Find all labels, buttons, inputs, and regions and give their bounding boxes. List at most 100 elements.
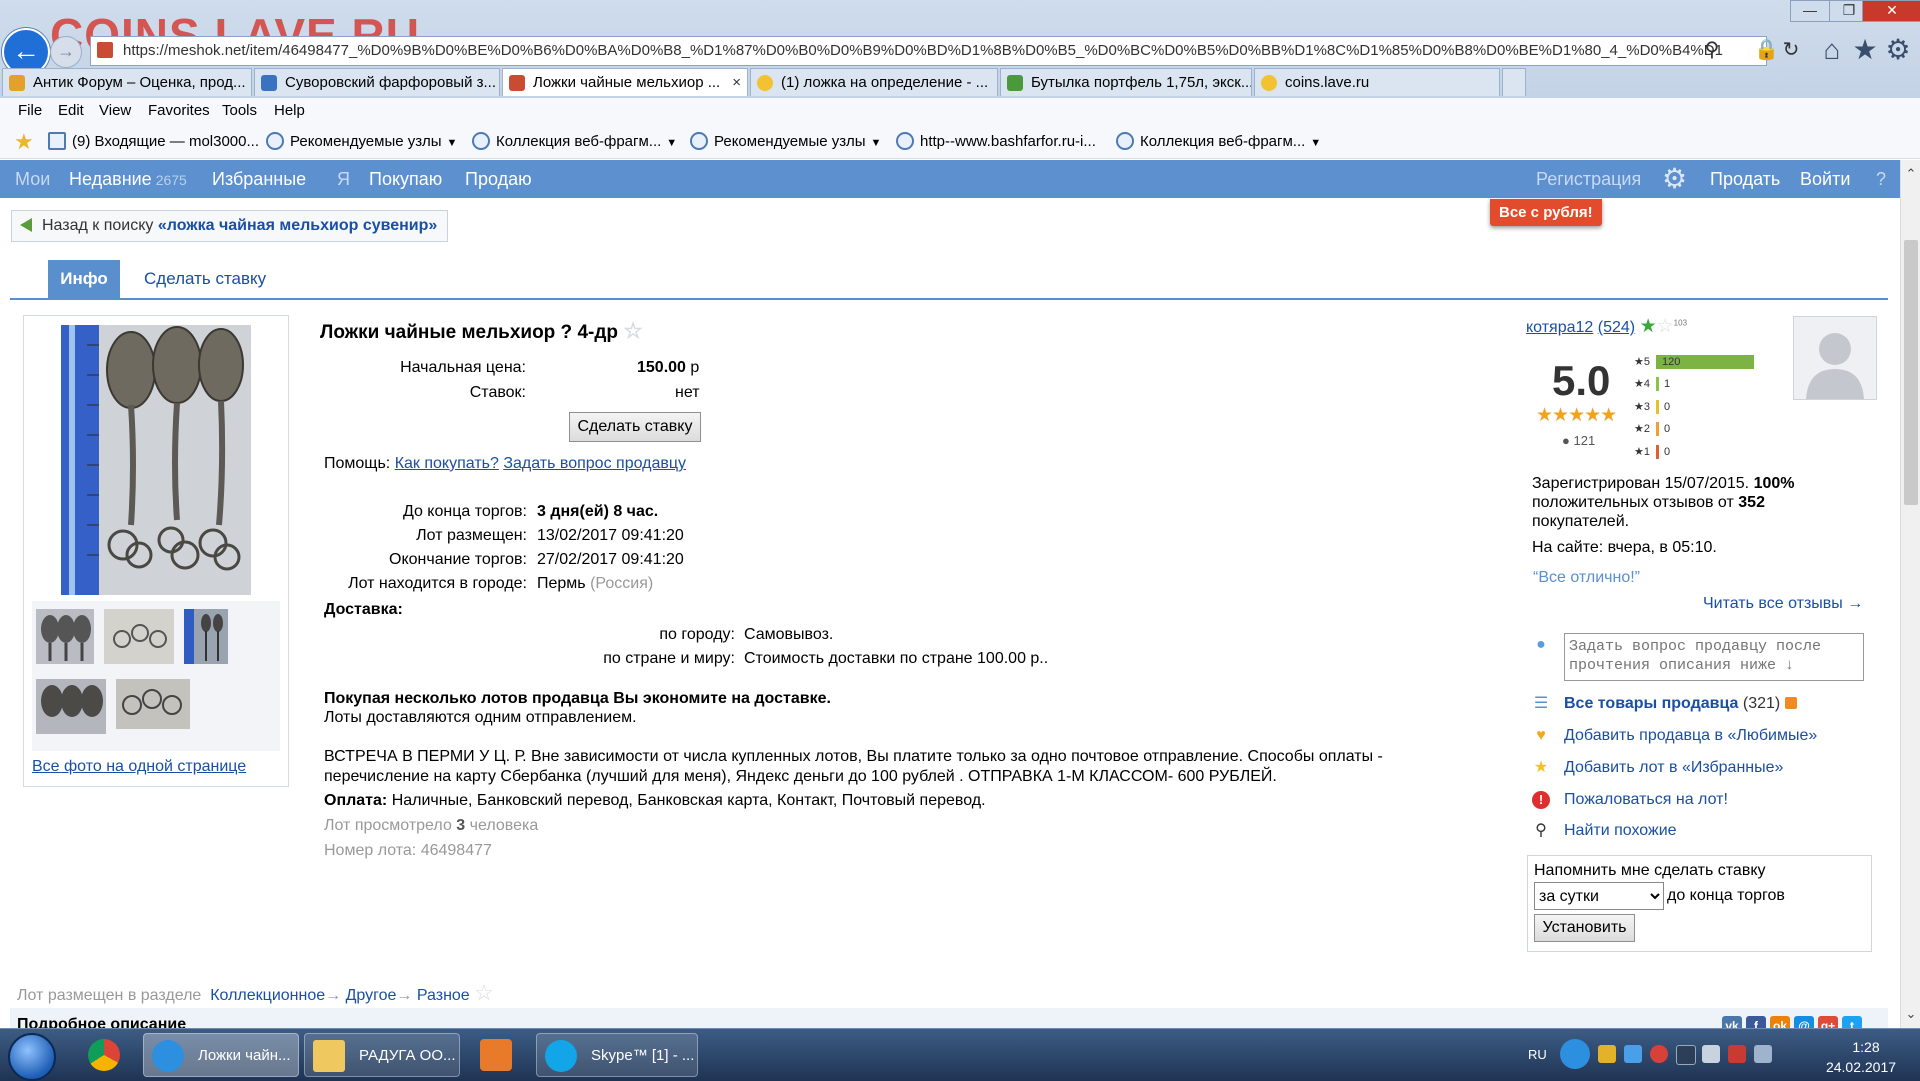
- photo-thumbnail[interactable]: [104, 609, 174, 664]
- network-icon[interactable]: [1676, 1045, 1696, 1065]
- favorite-link[interactable]: http--www.bashfarfor.ru-i...: [896, 132, 1096, 150]
- minimize-icon[interactable]: —: [1790, 0, 1830, 22]
- display-icon[interactable]: [1754, 1045, 1772, 1063]
- favorite-link[interactable]: Коллекция веб-фрагм... ▼: [1116, 132, 1321, 150]
- tray-app-icon[interactable]: [1650, 1045, 1668, 1063]
- seller-avatar[interactable]: [1793, 316, 1877, 400]
- browser-tab-active[interactable]: Ложки чайные мельхиор ... ×: [502, 68, 748, 96]
- place-bid-button[interactable]: Сделать ставку: [569, 412, 701, 442]
- browser-tab[interactable]: Суворовский фарфоровый з...: [254, 68, 500, 96]
- clock-date[interactable]: 24.02.2017: [1816, 1059, 1906, 1075]
- report-lot-link[interactable]: Пожаловаться на лот!: [1564, 791, 1728, 809]
- scroll-thumb[interactable]: [1904, 240, 1918, 505]
- promo-badge[interactable]: Все с рубля!: [1490, 199, 1602, 226]
- clock-time[interactable]: 1:28: [1836, 1039, 1896, 1055]
- settings-gear-icon[interactable]: ⚙: [1662, 164, 1692, 194]
- add-favorite-star-icon[interactable]: ★: [14, 129, 34, 155]
- menu-edit[interactable]: Edit: [58, 102, 84, 119]
- tray-app-icon[interactable]: [1624, 1045, 1642, 1063]
- photo-thumbnail[interactable]: [36, 609, 94, 664]
- volume-icon[interactable]: [1702, 1045, 1720, 1063]
- nav-favorites[interactable]: Избранные: [212, 169, 306, 190]
- lock-icon[interactable]: 🔒: [1754, 38, 1779, 62]
- category-link-misc[interactable]: Разное: [417, 987, 470, 1004]
- category-link-collectible[interactable]: Коллекционное: [210, 987, 325, 1004]
- seller-name-link[interactable]: котяра12: [1526, 319, 1593, 336]
- add-to-favorites-star-icon[interactable]: ☆: [623, 318, 643, 343]
- ask-seller-link[interactable]: Задать вопрос продавцу: [503, 455, 686, 472]
- dropdown-arrow-icon[interactable]: ▼: [446, 137, 457, 149]
- refresh-icon[interactable]: ↻: [1779, 38, 1803, 62]
- menu-file[interactable]: File: [18, 102, 42, 119]
- media-player-taskbar-button[interactable]: [474, 1033, 518, 1077]
- read-all-reviews-link[interactable]: Читать все отзывы →: [1703, 595, 1863, 613]
- favorite-link[interactable]: Рекомендуемые узлы ▼: [266, 132, 457, 150]
- nav-sell[interactable]: Продать: [1710, 169, 1780, 190]
- search-icon[interactable]: ⚲: [1700, 38, 1724, 62]
- skype-taskbar-button[interactable]: Skype™ [1] - ...: [536, 1033, 698, 1077]
- tab-close-icon[interactable]: ×: [732, 69, 741, 96]
- dropdown-arrow-icon[interactable]: ▼: [870, 137, 881, 149]
- back-to-search-link[interactable]: Назад к поиску «ложка чайная мельхиор су…: [11, 210, 449, 242]
- scrollbar[interactable]: ⌃ ⌄: [1900, 160, 1920, 1028]
- forward-arrow-icon[interactable]: →: [50, 36, 82, 68]
- explorer-taskbar-button[interactable]: РАДУГА ОО...: [304, 1033, 460, 1077]
- nav-register[interactable]: Регистрация: [1536, 169, 1641, 190]
- favorite-link[interactable]: Коллекция веб-фрагм... ▼: [472, 132, 677, 150]
- action-center-flag-icon[interactable]: [1728, 1045, 1746, 1063]
- rss-icon[interactable]: [1784, 697, 1797, 709]
- browser-tab[interactable]: Бутылка портфель 1,75л, экск...: [1000, 68, 1252, 96]
- scroll-down-icon[interactable]: ⌄: [1901, 1006, 1920, 1024]
- new-tab-button[interactable]: [1502, 68, 1526, 96]
- set-reminder-button[interactable]: Установить: [1534, 914, 1635, 942]
- photo-thumbnail[interactable]: [116, 679, 190, 729]
- tab-info[interactable]: Инфо: [48, 260, 120, 298]
- category-link-other[interactable]: Другое: [346, 987, 397, 1004]
- dropdown-arrow-icon[interactable]: ▼: [666, 137, 677, 149]
- add-lot-favorite-link[interactable]: Добавить лот в «Избранные»: [1564, 759, 1783, 777]
- language-indicator[interactable]: RU: [1528, 1047, 1547, 1062]
- menu-help[interactable]: Help: [274, 102, 305, 119]
- nav-help[interactable]: ?: [1876, 169, 1886, 190]
- all-photos-link[interactable]: Все фото на одной странице: [32, 758, 246, 776]
- settings-gear-icon[interactable]: ⚙: [1882, 34, 1914, 66]
- nav-me[interactable]: Я: [337, 169, 350, 190]
- menu-favorites[interactable]: Favorites: [148, 102, 210, 119]
- how-to-buy-link[interactable]: Как покупать?: [395, 455, 499, 472]
- photo-thumbnail[interactable]: [36, 679, 106, 734]
- ask-seller-input[interactable]: [1564, 633, 1864, 681]
- browser-tab[interactable]: (1) ложка на определение - ...: [750, 68, 998, 96]
- ie-tray-icon[interactable]: [1560, 1039, 1590, 1069]
- home-icon[interactable]: ⌂: [1816, 34, 1848, 66]
- ie-taskbar-button[interactable]: Ложки чайн...: [143, 1033, 299, 1077]
- close-window-icon[interactable]: ✕: [1862, 0, 1920, 22]
- add-seller-favorite-link[interactable]: Добавить продавца в «Любимые»: [1564, 727, 1817, 745]
- windows-start-icon[interactable]: [8, 1033, 56, 1081]
- nav-recent[interactable]: Недавние 2675: [69, 169, 187, 190]
- nav-selling[interactable]: Продаю: [465, 169, 532, 190]
- browser-tab[interactable]: Антик Форум – Оценка, прод...: [2, 68, 252, 96]
- nav-my[interactable]: Мои: [15, 169, 50, 190]
- photo-thumbnail[interactable]: [184, 609, 228, 664]
- all-seller-goods-link[interactable]: Все товары продавца (321): [1564, 695, 1797, 713]
- chrome-taskbar-button[interactable]: [84, 1033, 128, 1077]
- subscribe-category-star-icon[interactable]: ☆: [474, 980, 494, 1005]
- favorite-link[interactable]: (9) Входящие — mol3000...: [48, 132, 259, 150]
- nav-login[interactable]: Войти: [1800, 169, 1850, 190]
- nav-buying[interactable]: Покупаю: [369, 169, 442, 190]
- browser-tab[interactable]: coins.lave.ru: [1254, 68, 1500, 96]
- main-lot-photo[interactable]: [61, 325, 251, 595]
- dropdown-arrow-icon[interactable]: ▼: [1310, 137, 1321, 149]
- address-bar[interactable]: https://meshok.net/item/46498477_%D0%9B%…: [90, 36, 1767, 66]
- find-similar-link[interactable]: Найти похожие: [1564, 822, 1677, 840]
- address-url[interactable]: https://meshok.net/item/46498477_%D0%9B%…: [123, 42, 1723, 59]
- menu-tools[interactable]: Tools: [222, 102, 257, 119]
- scroll-up-icon[interactable]: ⌃: [1901, 166, 1920, 184]
- tab-place-bid[interactable]: Сделать ставку: [144, 269, 266, 289]
- seller-reviews-count-link[interactable]: (524): [1598, 319, 1635, 336]
- tray-app-icon[interactable]: [1598, 1045, 1616, 1063]
- favorites-star-icon[interactable]: ★: [1849, 34, 1881, 66]
- menu-view[interactable]: View: [99, 102, 131, 119]
- reminder-select[interactable]: за сутки: [1534, 882, 1664, 910]
- favorite-link[interactable]: Рекомендуемые узлы ▼: [690, 132, 881, 150]
